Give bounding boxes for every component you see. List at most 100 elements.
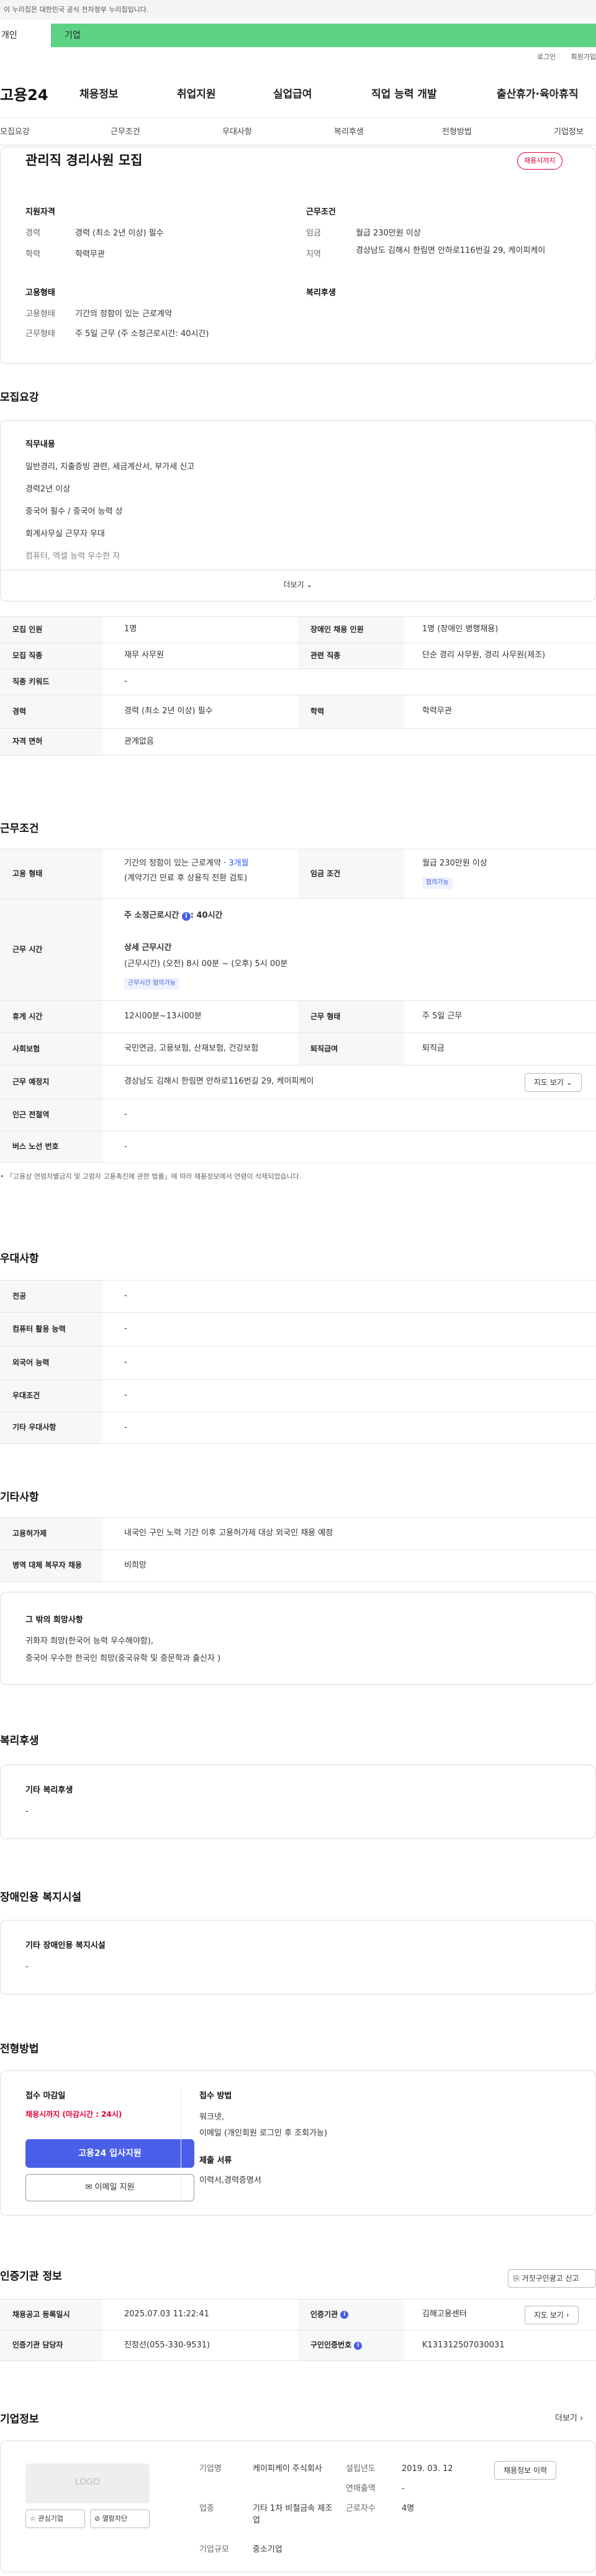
field-label: 연매출액: [346, 2484, 376, 2493]
disab-sub: 기타 장애인용 복지시설: [25, 1941, 106, 1950]
wish-line: 중국어 우수한 한국인 희망(중국유학 및 중문학과 출신자 ): [25, 1654, 221, 1663]
row-label: 구인인증번호: [310, 2341, 352, 2350]
row-label: 직종 키워드: [0, 669, 102, 695]
pref-heading: 우대사항: [0, 1253, 39, 1265]
table-row: 근무 예정지 경상남도 김해시 한림면 안하로116번길 29, 케이피케이 지…: [0, 1065, 596, 1098]
row-label: 모집 인원: [0, 617, 102, 642]
benefit-heading: 복리후생: [0, 1735, 39, 1747]
work-table: 고용 형태 기간의 정함이 있는 근로계약 · 3개월 (계약기간 만료 후 상…: [0, 849, 596, 1197]
tab-company[interactable]: 기업정보: [554, 127, 584, 139]
chevron-right-icon: ›: [580, 2414, 584, 2423]
row-label: 채용공고 등록일시: [0, 2300, 102, 2330]
map-button[interactable]: 지도 보기 ›: [525, 2306, 579, 2324]
tab-individual[interactable]: 개인: [0, 24, 50, 47]
email-apply-label: 이메일 지원: [94, 2183, 135, 2192]
row-value: -: [124, 1291, 127, 1301]
row-label: 컴퓨터 활용 능력: [0, 1313, 102, 1346]
gnb-item-support[interactable]: 취업지원: [177, 87, 216, 103]
company-box: LOGO ☆ 관심기업 ⊘ 열람차단 기업명 케이피케이 주식회사 업종 기타 …: [0, 2441, 596, 2572]
chevron-down-icon: ⌄: [306, 580, 313, 589]
qual-value: 학력무관: [75, 250, 105, 259]
table-row: 병역 대체 복무자 채용 비희망: [0, 1550, 596, 1582]
table-row: 인근 전철역 -: [0, 1098, 596, 1131]
signup-link[interactable]: 회원가입: [571, 53, 596, 61]
cert-heading: 인증기관 정보: [0, 2270, 62, 2283]
gnb-item-benefit[interactable]: 실업급여: [273, 87, 312, 103]
tab-select[interactable]: 전형방법: [442, 127, 472, 139]
job-history-button[interactable]: 채용정보 이력: [494, 2461, 557, 2480]
apply-button[interactable]: 고용24 입사지원: [25, 2139, 194, 2168]
method-heading: 접수 방법: [199, 2091, 232, 2101]
block-button[interactable]: ⊘ 열람차단: [90, 2510, 150, 2528]
table-row: 직종 키워드 -: [0, 669, 596, 695]
row-value: K131312507030031: [422, 2340, 505, 2350]
table-row: 외국어 능력 -: [0, 1346, 596, 1379]
company-more-link[interactable]: 더보기 ›: [555, 2413, 583, 2425]
star-icon: ☆: [30, 2514, 38, 2523]
info-icon[interactable]: i: [354, 2341, 363, 2350]
util-links: 로그인 회원가입: [509, 52, 596, 62]
wage-value: 월급 230만원 이상: [422, 859, 487, 868]
tab-welfare[interactable]: 복리후생: [334, 127, 364, 139]
footnote-text: 「고용상 연령차별금지 및 고령자 고용촉진에 관한 법률」에 따라 채용정보에…: [6, 1172, 302, 1181]
company-employees: 4명: [402, 2504, 415, 2513]
row-value: -: [124, 677, 127, 687]
qual-heading: 지원자격: [25, 208, 55, 217]
duty-line: 회계사무실 근무자 우대: [25, 529, 105, 539]
tab-work[interactable]: 근무조건: [111, 127, 140, 139]
row-label: 근무 시간: [0, 899, 102, 1000]
gnb-item-training[interactable]: 직업 능력 개발: [371, 87, 437, 103]
table-row: 휴게 시간 12시00분~13시00분 근무 형태 주 5일 근무: [0, 1000, 596, 1033]
row-value: 재무 사무원: [124, 651, 164, 660]
map-button[interactable]: 지도 보기 ⌄: [525, 1073, 582, 1092]
table-row: 자격 면허 관계없음: [0, 728, 596, 756]
welfare-heading: 복리후생: [306, 288, 336, 298]
duty-line: 컴퓨터, 엑셀 능력 우수한 자: [25, 552, 120, 561]
row-label: 버스 노선 번호: [0, 1131, 102, 1162]
company-sales: -: [402, 2484, 405, 2493]
weekly-hours-label: 주 소정근로시간: [124, 911, 182, 920]
gnb-item-leave[interactable]: 출산휴가·육아휴직: [497, 87, 579, 103]
field-label: 업종: [199, 2504, 214, 2513]
row-label: 인증기관: [310, 2309, 338, 2319]
company-size: 중소기업: [253, 2545, 282, 2554]
row-value: 주 5일 근무: [422, 1012, 463, 1021]
work-heading: 근무조건: [0, 823, 39, 835]
tab-recruit[interactable]: 모집요강: [0, 127, 30, 139]
cond-heading: 근무조건: [306, 208, 336, 217]
login-link[interactable]: 로그인: [537, 53, 556, 61]
tab-pref[interactable]: 우대사항: [222, 127, 252, 139]
table-row: 사회보험 국민연금, 고용보험, 산재보험, 건강보험 퇴직급여 퇴직금: [0, 1033, 596, 1065]
contract-period: 3개월: [228, 859, 249, 868]
disab-box: 기타 장애인용 복지시설 -: [0, 1920, 596, 1994]
row-label: 병역 대체 복무자 채용: [0, 1550, 102, 1581]
gnb-item-jobs[interactable]: 채용정보: [79, 87, 119, 103]
table-row: 고용허가제 내국인 구인 노력 기간 이후 고용허가제 대상 외국인 채용 예정: [0, 1517, 596, 1550]
tab-business[interactable]: 기업: [51, 24, 596, 47]
fav-label: 관심기업: [38, 2514, 63, 2523]
report-label: 거짓구인광고 신고: [522, 2274, 579, 2283]
email-apply-button[interactable]: ✉ 이메일 지원: [25, 2174, 194, 2201]
qual-label: 경력: [25, 229, 40, 238]
company-logo: LOGO: [25, 2464, 150, 2503]
etc-heading: 기타사항: [0, 1491, 39, 1504]
wish-heading: 그 밖의 희망사항: [25, 1615, 83, 1625]
cond-label: 임금: [306, 229, 321, 238]
map-button-label: 지도 보기: [534, 2311, 564, 2319]
info-icon[interactable]: i: [181, 912, 191, 921]
row-value: -: [124, 1358, 127, 1368]
docs-heading: 제출 서류: [199, 2156, 232, 2165]
emp-value: 주 5일 근무 (주 소정근로시간: 40시간): [75, 329, 209, 339]
emp-heading: 고용형태: [25, 288, 55, 298]
method-line: 워크넷,: [199, 2112, 225, 2122]
more-button[interactable]: 더보기 ⌄: [1, 570, 595, 601]
info-icon[interactable]: i: [340, 2311, 349, 2319]
fav-company-button[interactable]: ☆ 관심기업: [25, 2510, 85, 2528]
table-row: 채용공고 등록일시 2025.07.03 11:22:41 인증기관 i 김해고…: [0, 2299, 596, 2330]
duty-box: 직무내용 일반경리, 지출증빙 관련, 세금계산서, 부가세 신고 경력2년 이…: [0, 420, 596, 601]
table-row: 경력 경력 (최소 2년 이상) 필수 학력 학력무관: [0, 695, 596, 728]
report-button[interactable]: ⎘ 거짓구인광고 신고: [508, 2269, 596, 2288]
recruit-table: 모집 인원 1명 장애인 채용 인원 1명 (장애인 병행채용) 모집 직종 재…: [0, 616, 596, 778]
site-logo[interactable]: 고용24: [0, 84, 48, 106]
field-label: 설립년도: [346, 2464, 376, 2473]
